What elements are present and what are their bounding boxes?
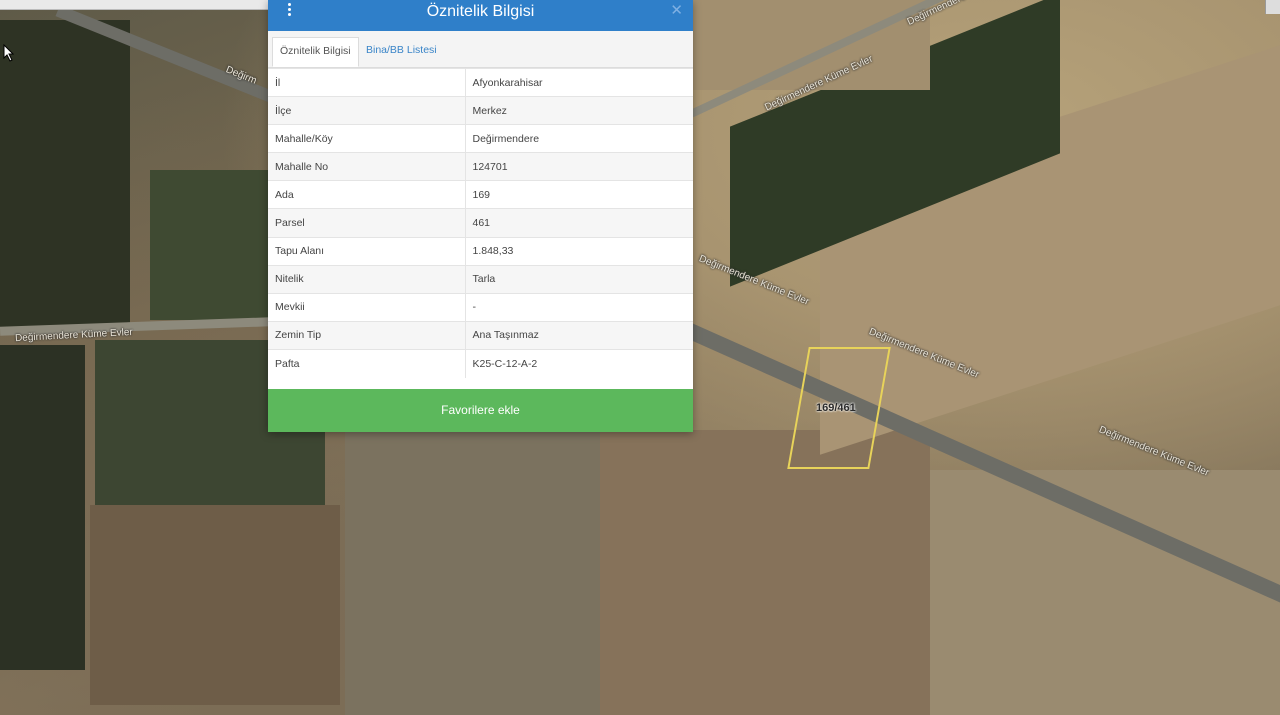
attribute-key: Pafta	[268, 348, 466, 378]
table-row: Tapu Alanı 1.848,33	[268, 236, 693, 266]
attribute-value: Afyonkarahisar	[465, 67, 693, 97]
attribute-key: Mahalle/Köy	[268, 124, 466, 153]
attribute-key: Zemin Tip	[268, 320, 466, 350]
panel-header: Öznitelik Bilgisi ✕	[268, 0, 693, 31]
attribute-key: İl	[268, 67, 466, 97]
dark-field	[0, 345, 85, 670]
brown-field	[90, 505, 340, 705]
attribute-value: 169	[465, 180, 693, 209]
table-row: Mahalle/Köy Değirmendere	[268, 124, 693, 153]
attribute-value: Tarla	[465, 264, 693, 294]
attribute-key: Mevkii	[268, 292, 466, 322]
parcel-label: 169/461	[816, 402, 856, 414]
attribute-value: 461	[465, 208, 693, 238]
panel-title: Öznitelik Bilgisi	[426, 3, 535, 20]
tab-attribute-info[interactable]: Öznitelik Bilgisi	[272, 37, 359, 67]
mouse-cursor-icon	[3, 44, 15, 62]
attribute-value: 1.848,33	[465, 236, 693, 266]
add-to-favorites-button[interactable]: Favorilere ekle	[268, 389, 693, 432]
table-row: Pafta K25-C-12-A-2	[268, 348, 693, 378]
attribute-value: -	[465, 292, 693, 322]
table-row: İl Afyonkarahisar	[268, 67, 693, 97]
close-icon[interactable]: ✕	[670, 2, 683, 20]
table-row: Mahalle No 124701	[268, 152, 693, 181]
table-row: Parsel 461	[268, 208, 693, 238]
map-control-corner[interactable]	[1265, 0, 1280, 14]
attribute-key: Tapu Alanı	[268, 236, 466, 266]
attribute-key: İlçe	[268, 96, 466, 125]
attribute-info-panel: Öznitelik Bilgisi ✕ Öznitelik Bilgisi Bi…	[268, 0, 693, 432]
green-field	[150, 170, 270, 320]
dark-field	[0, 20, 130, 330]
gray-field	[345, 430, 605, 715]
table-row: Mevkii -	[268, 292, 693, 322]
attribute-value: Ana Taşınmaz	[465, 320, 693, 350]
attribute-key: Nitelik	[268, 264, 466, 294]
attribute-value: Değirmendere	[465, 124, 693, 153]
brown-field	[600, 430, 930, 715]
table-row: Nitelik Tarla	[268, 264, 693, 294]
top-toolbar-strip	[0, 0, 290, 10]
attribute-key: Ada	[268, 180, 466, 209]
attribute-key: Parsel	[268, 208, 466, 238]
attribute-value: Merkez	[465, 96, 693, 125]
tab-building-list[interactable]: Bina/BB Listesi	[359, 37, 444, 67]
table-row: Ada 169	[268, 180, 693, 209]
table-row: İlçe Merkez	[268, 96, 693, 125]
attribute-value: 124701	[465, 152, 693, 181]
panel-tabs: Öznitelik Bilgisi Bina/BB Listesi	[268, 31, 693, 68]
attribute-key: Mahalle No	[268, 152, 466, 181]
attribute-value: K25-C-12-A-2	[465, 348, 693, 378]
attribute-table: İl Afyonkarahisar İlçe Merkez Mahalle/Köy D…	[268, 67, 693, 378]
table-row: Zemin Tip Ana Taşınmaz	[268, 320, 693, 350]
